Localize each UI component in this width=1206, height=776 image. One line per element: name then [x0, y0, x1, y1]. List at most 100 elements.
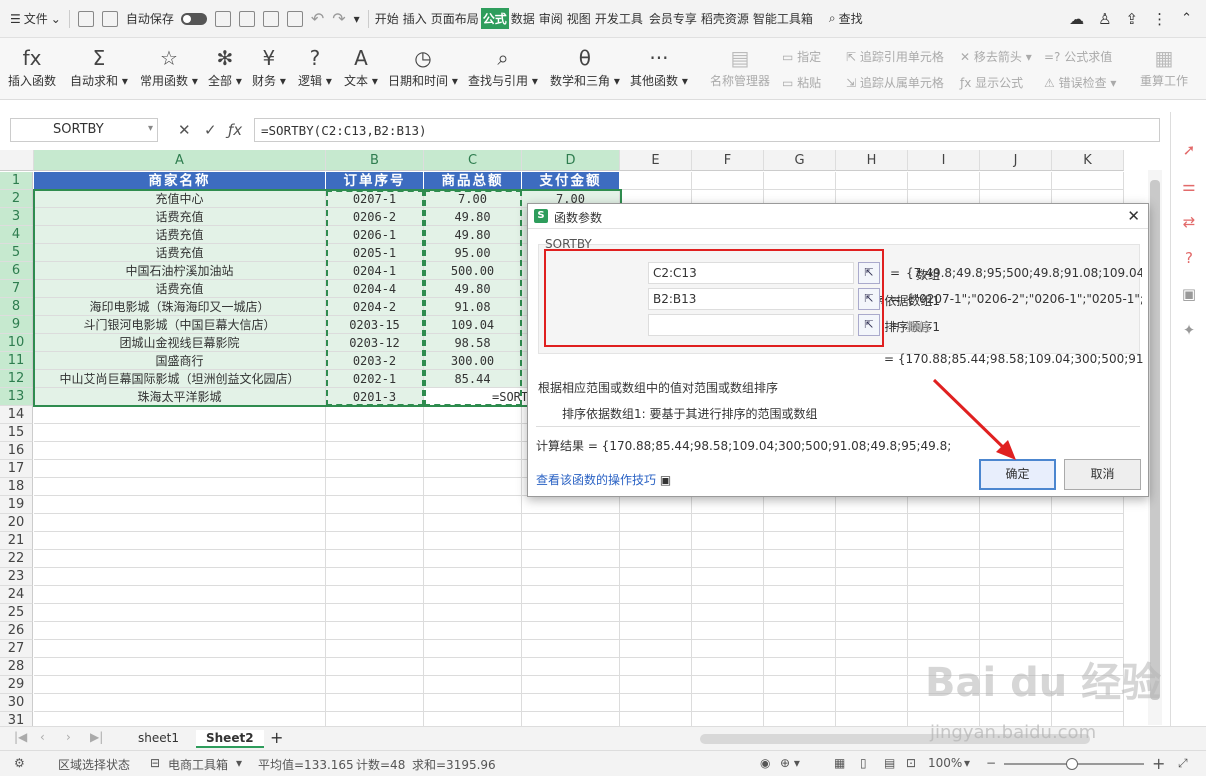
- grid-cell[interactable]: [764, 532, 836, 550]
- grid-cell[interactable]: [424, 460, 522, 478]
- table-cell[interactable]: 中国石油柠溪加油站: [34, 262, 326, 280]
- grid-cell[interactable]: [836, 640, 908, 658]
- table-header-cell[interactable]: 支付金额: [522, 172, 620, 190]
- table-cell[interactable]: 中山艾尚巨幕国际影城（坦洲创益文化园店）: [34, 370, 326, 388]
- table-cell[interactable]: 49.80: [424, 208, 522, 226]
- grid-cell[interactable]: [34, 550, 326, 568]
- ribbon-button-8[interactable]: ⌕ 查找与引用 ▾: [468, 44, 538, 89]
- grid-cell[interactable]: [620, 676, 692, 694]
- grid-cell[interactable]: [326, 586, 424, 604]
- ribbon-button-1[interactable]: Σ 自动求和 ▾: [70, 44, 128, 89]
- grid-cell[interactable]: [764, 694, 836, 712]
- row-header[interactable]: 11: [0, 352, 33, 370]
- redo-icon[interactable]: ↷: [328, 9, 349, 28]
- zoom-out-icon[interactable]: −: [986, 756, 996, 770]
- grid-cell[interactable]: [326, 442, 424, 460]
- page-break-icon[interactable]: ▤: [884, 756, 895, 770]
- grid-cell[interactable]: [980, 604, 1052, 622]
- share-icon[interactable]: ⇪: [1126, 10, 1139, 28]
- grid-cell[interactable]: [34, 568, 326, 586]
- trace-precedents-button[interactable]: ⇱ 追踪引用单元格: [846, 48, 944, 65]
- grid-cell[interactable]: [424, 424, 522, 442]
- grid-cell[interactable]: [522, 622, 620, 640]
- grid-cell[interactable]: [836, 514, 908, 532]
- grid-cell[interactable]: [836, 568, 908, 586]
- row-header[interactable]: 2: [0, 190, 33, 208]
- grid-cell[interactable]: [692, 568, 764, 586]
- row-header[interactable]: 22: [0, 550, 33, 568]
- grid-cell[interactable]: [1052, 622, 1124, 640]
- ecommerce-tools[interactable]: 电商工具箱: [168, 756, 228, 773]
- recalc-button[interactable]: ▦ 重算工作: [1140, 44, 1188, 89]
- transfer-icon[interactable]: ⇄: [1181, 214, 1197, 230]
- row-header[interactable]: 4: [0, 226, 33, 244]
- row-header[interactable]: 15: [0, 424, 33, 442]
- grid-cell[interactable]: [620, 604, 692, 622]
- grid-cell[interactable]: [980, 496, 1052, 514]
- row-header[interactable]: 3: [0, 208, 33, 226]
- macro-icon[interactable]: ⚙: [14, 756, 25, 770]
- ai-icon[interactable]: ✦: [1181, 322, 1197, 338]
- grid-cell[interactable]: [326, 712, 424, 726]
- grid-cell[interactable]: [424, 586, 522, 604]
- settings-sliders-icon[interactable]: ⚌: [1181, 178, 1197, 194]
- tab-4[interactable]: 数据: [509, 8, 537, 29]
- grid-cell[interactable]: [326, 406, 424, 424]
- grid-cell[interactable]: [620, 640, 692, 658]
- grid-cell[interactable]: [908, 496, 980, 514]
- grid-cell[interactable]: [908, 514, 980, 532]
- row-header[interactable]: 14: [0, 406, 33, 424]
- grid-cell[interactable]: [424, 622, 522, 640]
- preview-icon[interactable]: [286, 10, 303, 27]
- grid-cell[interactable]: [522, 496, 620, 514]
- row-header[interactable]: 29: [0, 676, 33, 694]
- pointer-icon[interactable]: ➚: [1181, 142, 1197, 158]
- table-cell[interactable]: 0203-15: [326, 316, 424, 334]
- first-sheet-icon[interactable]: |◀: [14, 730, 27, 744]
- grid-cell[interactable]: [764, 514, 836, 532]
- grid-cell[interactable]: [1052, 550, 1124, 568]
- ribbon-button-5[interactable]: ? 逻辑 ▾: [298, 44, 332, 89]
- grid-cell[interactable]: [908, 532, 980, 550]
- grid-cell[interactable]: [34, 514, 326, 532]
- ok-button[interactable]: 确定: [979, 459, 1056, 490]
- grid-cell[interactable]: [908, 622, 980, 640]
- grid-cell[interactable]: [424, 496, 522, 514]
- grid-cell[interactable]: [34, 496, 326, 514]
- close-icon[interactable]: ✕: [1127, 207, 1140, 225]
- grid-cell[interactable]: [764, 604, 836, 622]
- grid-cell[interactable]: [836, 550, 908, 568]
- grid-cell[interactable]: [34, 460, 326, 478]
- grid-cell[interactable]: [34, 478, 326, 496]
- tab-10[interactable]: 智能工具箱: [751, 8, 815, 29]
- grid-cell[interactable]: [34, 694, 326, 712]
- grid-cell[interactable]: [764, 172, 836, 190]
- grid-cell[interactable]: [836, 586, 908, 604]
- table-cell[interactable]: 49.80: [424, 280, 522, 298]
- table-cell[interactable]: 109.04: [424, 316, 522, 334]
- tab-1[interactable]: 插入: [401, 8, 429, 29]
- table-cell[interactable]: 充值中心: [34, 190, 326, 208]
- undo-icon[interactable]: ↶: [307, 9, 328, 28]
- grid-cell[interactable]: [424, 478, 522, 496]
- table-cell[interactable]: 49.80: [424, 226, 522, 244]
- formula-input[interactable]: =SORTBY(C2:C13,B2:B13): [254, 118, 1160, 142]
- tools-icon[interactable]: ⊟: [150, 756, 160, 770]
- grid-cell[interactable]: [764, 622, 836, 640]
- row-header[interactable]: 10: [0, 334, 33, 352]
- grid-cell[interactable]: [620, 172, 692, 190]
- search-box[interactable]: ⌕ 查找: [825, 10, 867, 27]
- collapse-icon[interactable]: ⌃: [1181, 11, 1192, 26]
- eye-icon[interactable]: ◉: [760, 756, 770, 770]
- grid-cell[interactable]: [620, 658, 692, 676]
- grid-cell[interactable]: [34, 406, 326, 424]
- grid-cell[interactable]: [980, 514, 1052, 532]
- table-cell[interactable]: 0201-3: [326, 388, 424, 406]
- grid-cell[interactable]: [34, 586, 326, 604]
- grid-cell[interactable]: [522, 550, 620, 568]
- name-manager-button[interactable]: ▤ 名称管理器: [710, 44, 770, 89]
- ribbon-button-7[interactable]: ◷ 日期和时间 ▾: [388, 44, 458, 89]
- column-header[interactable]: B: [326, 150, 424, 171]
- grid-cell[interactable]: [522, 586, 620, 604]
- select-all-corner[interactable]: [0, 150, 34, 171]
